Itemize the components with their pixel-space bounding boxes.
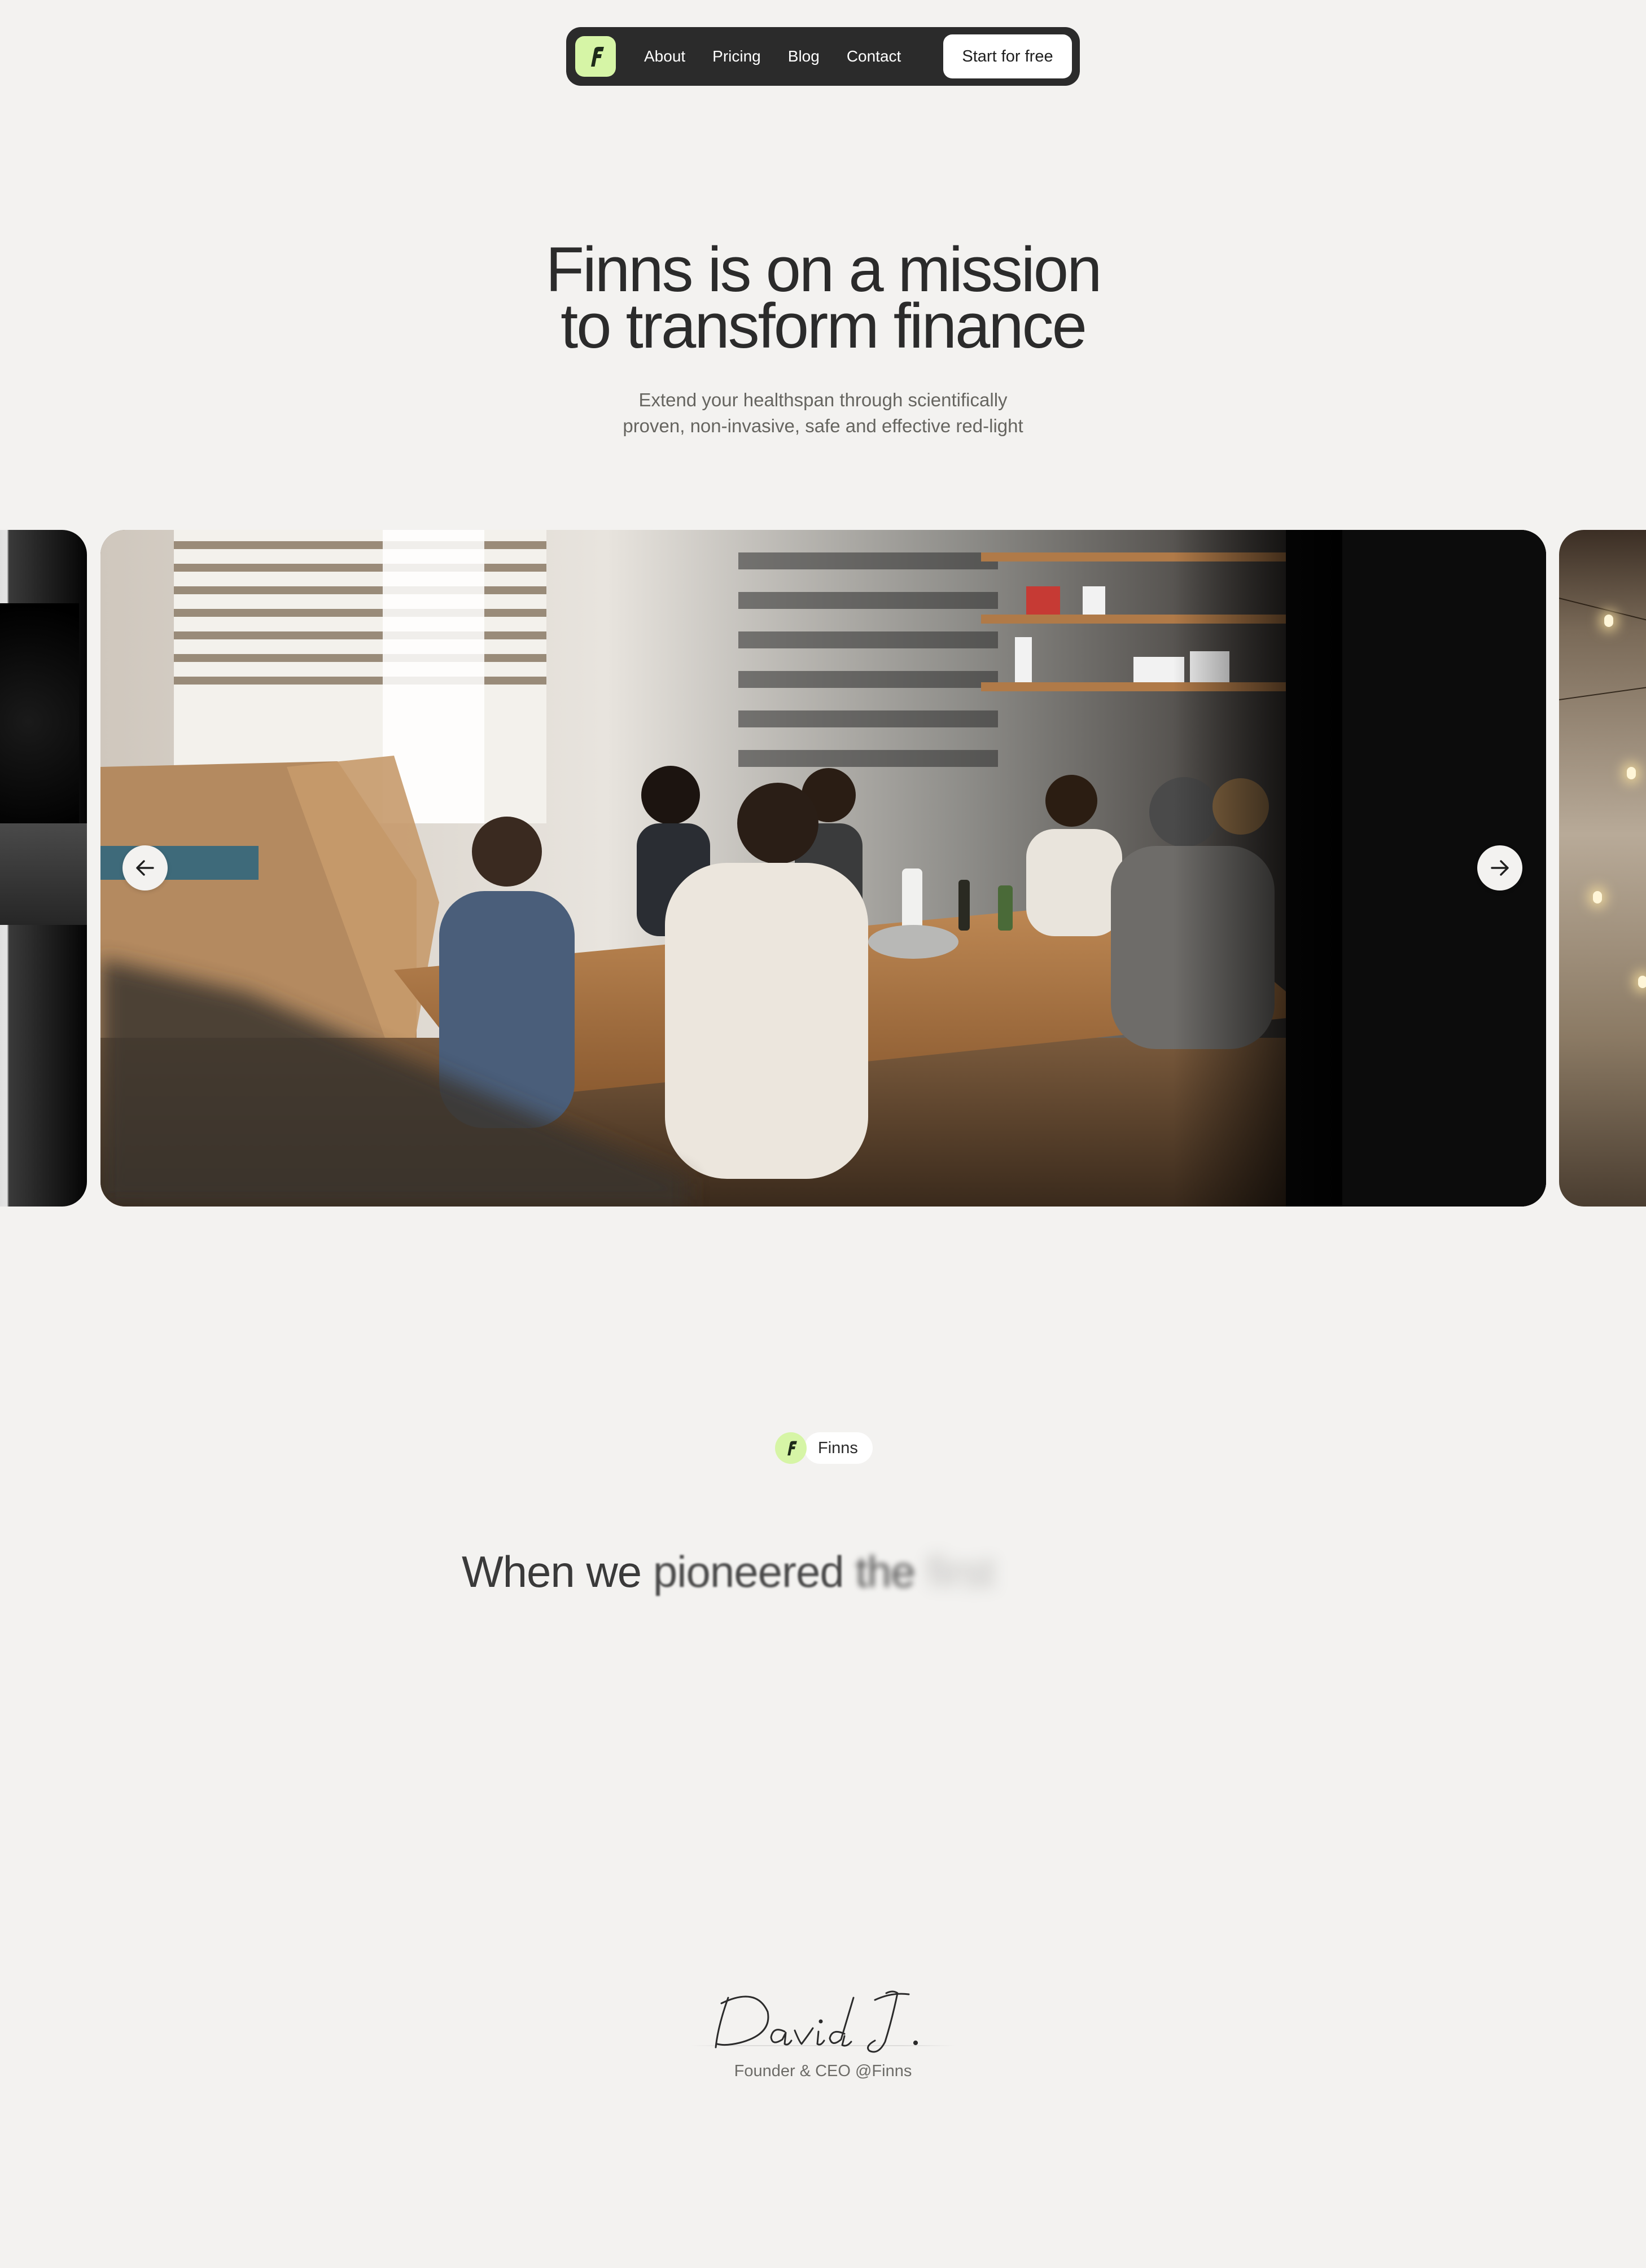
founder-signature (715, 1990, 918, 2053)
top-navigation: About Pricing Blog Contact Start for fre… (566, 27, 1080, 86)
string-light-wire (1559, 598, 1646, 640)
nav-link-blog[interactable]: Blog (774, 27, 833, 86)
hero-title-line-1: Finns is on a mission (545, 234, 1102, 305)
hero-subtitle-line-1: Extend your healthspan through scientifi… (638, 389, 1008, 410)
arrow-right-icon (1491, 860, 1509, 876)
light-bulb (1604, 615, 1613, 627)
founder-role: Founder & CEO @Finns (734, 2062, 912, 2080)
statement-word: When (462, 1547, 575, 1596)
monitor-image (0, 603, 79, 840)
mission-statement: When we pioneered the first (462, 1546, 995, 1598)
team-meeting-photo (100, 530, 1546, 1207)
carousel-next-button[interactable] (1477, 845, 1522, 890)
nav-link-pricing[interactable]: Pricing (699, 27, 774, 86)
badge-label: Finns (804, 1432, 873, 1464)
carousel-slide-previous[interactable] (0, 530, 87, 1207)
statement-word: we (586, 1547, 642, 1596)
start-for-free-button[interactable]: Start for free (943, 34, 1072, 78)
hero-title-line-2: to transform finance (561, 291, 1087, 361)
nav-link-about[interactable]: About (631, 27, 699, 86)
light-bulb (1593, 891, 1602, 903)
hero-subtitle-line-2: proven, non-invasive, safe and effective… (623, 415, 1023, 436)
statement-word: pioneered (653, 1547, 844, 1596)
statement-word: the (855, 1547, 915, 1596)
hero-subtitle: Extend your healthspan through scientifi… (0, 387, 1646, 439)
carousel-slide-current (100, 530, 1546, 1207)
string-light-wire (1559, 675, 1646, 700)
light-bulb (1638, 976, 1646, 988)
nav-links: About Pricing Blog Contact (631, 27, 914, 86)
carousel-slide-next[interactable] (1559, 530, 1646, 1207)
nav-link-contact[interactable]: Contact (833, 27, 915, 86)
desk-image (0, 823, 87, 925)
hero-title: Finns is on a mission to transform finan… (0, 234, 1646, 361)
light-bulb (1627, 767, 1636, 779)
finns-logo-icon (775, 1432, 807, 1464)
finns-badge: Finns (775, 1432, 873, 1464)
statement-word: first (926, 1547, 996, 1596)
arrow-left-icon (136, 860, 154, 876)
signature-underline (690, 2045, 956, 2046)
carousel-prev-button[interactable] (122, 845, 168, 890)
page: About Pricing Blog Contact Start for fre… (0, 0, 1646, 2268)
finns-logo-icon[interactable] (575, 36, 616, 77)
